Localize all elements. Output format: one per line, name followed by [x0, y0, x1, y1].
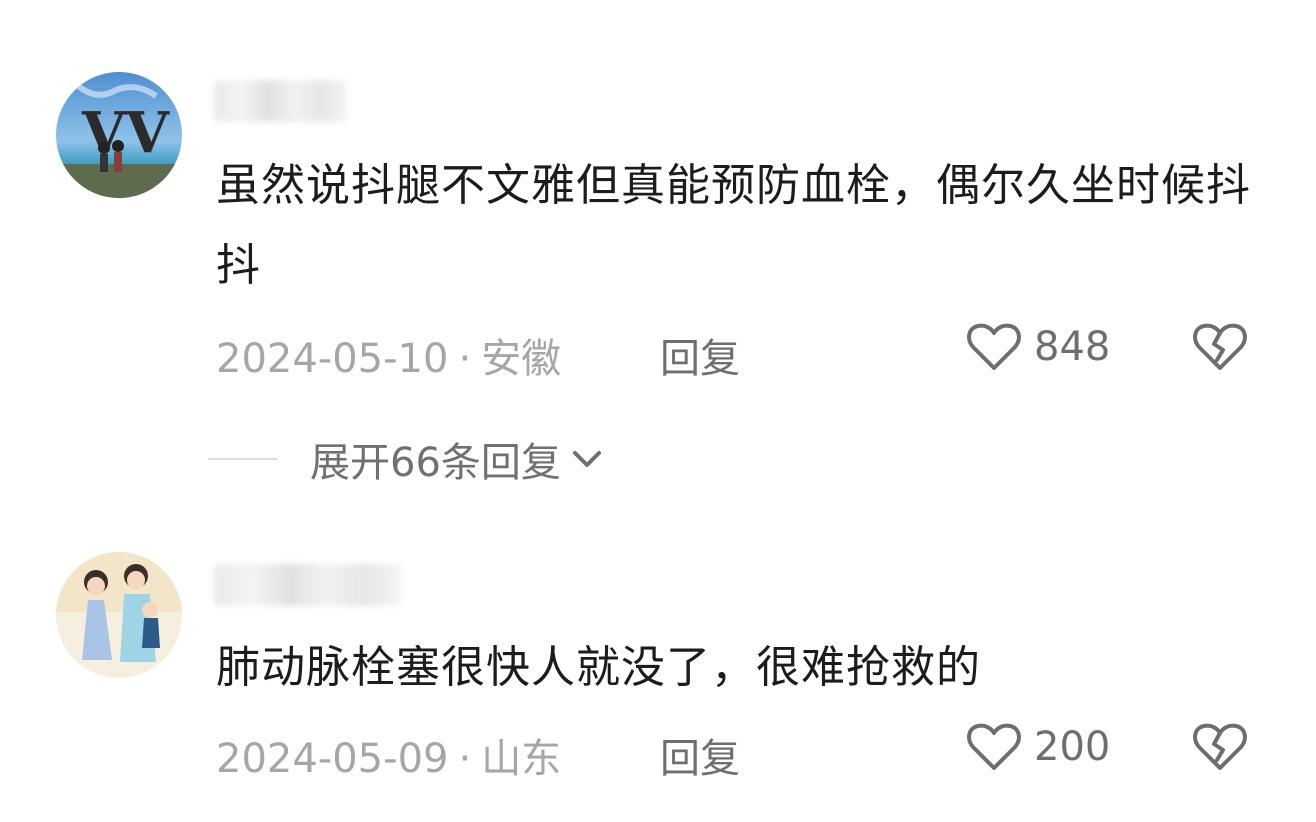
- heart-outline-icon: [967, 723, 1021, 770]
- like-count: 848: [1034, 324, 1111, 370]
- avatar[interactable]: VV: [56, 72, 182, 198]
- username-redacted: [214, 564, 402, 606]
- expand-replies-label[interactable]: 展开66条回复: [310, 430, 561, 488]
- avatar[interactable]: [56, 552, 182, 678]
- divider: [208, 458, 278, 460]
- comment-date: 2024-05-10: [216, 336, 449, 382]
- chevron-down-icon: [572, 451, 601, 467]
- comment-location: 山东: [481, 736, 562, 782]
- heart-outline-icon: [967, 323, 1021, 370]
- reply-button[interactable]: 回复: [660, 326, 740, 384]
- expand-replies[interactable]: 展开66条回复: [208, 430, 603, 488]
- comment-date: 2024-05-09: [216, 736, 449, 782]
- dislike-button[interactable]: [1192, 322, 1248, 376]
- avatar-image: VV: [56, 72, 182, 198]
- reply-button[interactable]: 回复: [660, 726, 740, 784]
- meta-separator: ·: [458, 336, 472, 382]
- broken-heart-icon: [1193, 723, 1247, 770]
- dislike-button[interactable]: [1192, 722, 1248, 776]
- comment-location: 安徽: [481, 336, 562, 382]
- comment-meta: 2024-05-09 · 山东: [216, 726, 561, 784]
- meta-separator: ·: [458, 736, 472, 782]
- comment-meta: 2024-05-10 · 安徽: [216, 326, 561, 384]
- comment-text: 虽然说抖腿不文雅但真能预防血栓，偶尔久坐时候抖抖: [216, 160, 1251, 291]
- like-button[interactable]: 848: [966, 322, 1110, 372]
- like-button[interactable]: 200: [966, 722, 1110, 772]
- avatar-image: [56, 552, 182, 678]
- svg-text:VV: VV: [81, 100, 170, 166]
- like-count: 200: [1034, 724, 1111, 770]
- broken-heart-icon: [1193, 323, 1247, 370]
- username-redacted: [214, 80, 348, 122]
- comment-text: 肺动脉栓塞很快人就没了，很难抢救的: [216, 642, 981, 693]
